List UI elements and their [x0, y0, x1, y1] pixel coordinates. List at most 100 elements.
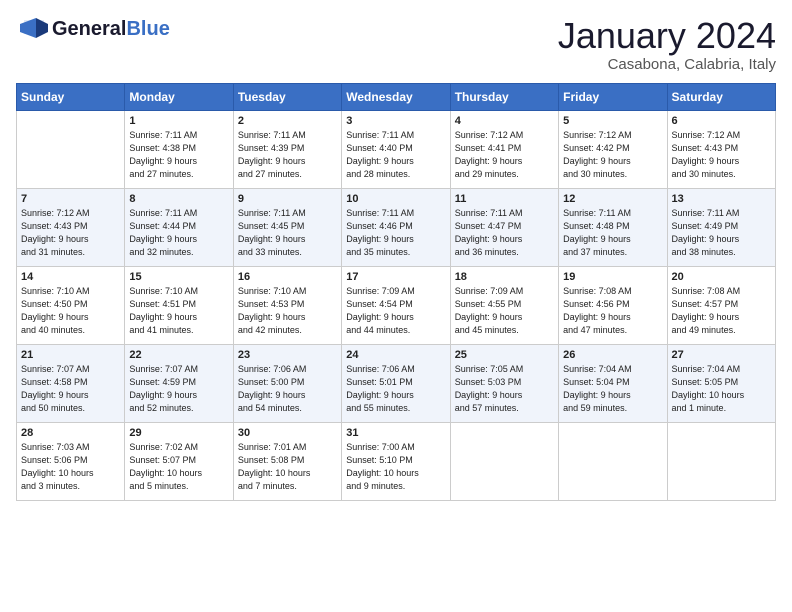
- day-info: Sunrise: 7:04 AM Sunset: 5:05 PM Dayligh…: [672, 363, 771, 415]
- logo: GeneralBlue: [16, 16, 170, 42]
- month-title: January 2024: [558, 16, 776, 56]
- day-info: Sunrise: 7:03 AM Sunset: 5:06 PM Dayligh…: [21, 441, 120, 493]
- day-cell: 17 Sunrise: 7:09 AM Sunset: 4:54 PM Dayli…: [342, 266, 450, 344]
- title-block: January 2024 Casabona, Calabria, Italy: [558, 16, 776, 73]
- day-number: 20: [672, 271, 771, 283]
- day-number: 29: [129, 427, 228, 439]
- day-number: 25: [455, 349, 554, 361]
- day-number: 8: [129, 193, 228, 205]
- day-cell: 10Sunrise: 7:11 AM Sunset: 4:46 PM Dayli…: [342, 188, 450, 266]
- day-cell: 23 Sunrise: 7:06 AM Sunset: 5:00 PM Dayli…: [233, 344, 341, 422]
- day-info: Sunrise: 7:09 AM Sunset: 4:54 PM Dayligh…: [346, 285, 445, 337]
- day-number: 15: [129, 271, 228, 283]
- day-cell: 11Sunrise: 7:11 AM Sunset: 4:47 PM Dayli…: [450, 188, 558, 266]
- day-number: 7: [21, 193, 120, 205]
- day-cell: 5 Sunrise: 7:12 AM Sunset: 4:42 PM Daylig…: [559, 110, 667, 188]
- header-row: SundayMondayTuesdayWednesdayThursdayFrid…: [17, 83, 776, 110]
- day-cell: 16 Sunrise: 7:10 AM Sunset: 4:53 PM Dayli…: [233, 266, 341, 344]
- day-info: Sunrise: 7:01 AM Sunset: 5:08 PM Dayligh…: [238, 441, 337, 493]
- day-info: Sunrise: 7:02 AM Sunset: 5:07 PM Dayligh…: [129, 441, 228, 493]
- day-header-saturday: Saturday: [667, 83, 775, 110]
- day-number: 1: [129, 115, 228, 127]
- day-info: Sunrise: 7:11 AM Sunset: 4:39 PM Dayligh…: [238, 129, 337, 181]
- day-info: Sunrise: 7:10 AM Sunset: 4:53 PM Dayligh…: [238, 285, 337, 337]
- day-info: Sunrise: 7:11 AM Sunset: 4:45 PM Dayligh…: [238, 207, 337, 259]
- day-info: Sunrise: 7:12 AM Sunset: 4:43 PM Dayligh…: [672, 129, 771, 181]
- day-number: 9: [238, 193, 337, 205]
- day-cell: 30 Sunrise: 7:01 AM Sunset: 5:08 PM Dayli…: [233, 422, 341, 500]
- day-info: Sunrise: 7:08 AM Sunset: 4:56 PM Dayligh…: [563, 285, 662, 337]
- day-cell: [17, 110, 125, 188]
- day-info: Sunrise: 7:12 AM Sunset: 4:43 PM Dayligh…: [21, 207, 120, 259]
- day-number: 27: [672, 349, 771, 361]
- day-cell: [450, 422, 558, 500]
- day-number: 12: [563, 193, 662, 205]
- day-cell: 18Sunrise: 7:09 AM Sunset: 4:55 PM Dayli…: [450, 266, 558, 344]
- day-number: 21: [21, 349, 120, 361]
- day-info: Sunrise: 7:07 AM Sunset: 4:59 PM Dayligh…: [129, 363, 228, 415]
- day-info: Sunrise: 7:10 AM Sunset: 4:50 PM Dayligh…: [21, 285, 120, 337]
- day-info: Sunrise: 7:04 AM Sunset: 5:04 PM Dayligh…: [563, 363, 662, 415]
- day-cell: 19 Sunrise: 7:08 AM Sunset: 4:56 PM Dayli…: [559, 266, 667, 344]
- day-number: 4: [455, 115, 554, 127]
- day-number: 22: [129, 349, 228, 361]
- location: Casabona, Calabria, Italy: [558, 56, 776, 73]
- week-row-3: 14 Sunrise: 7:10 AM Sunset: 4:50 PM Dayli…: [17, 266, 776, 344]
- day-cell: 14 Sunrise: 7:10 AM Sunset: 4:50 PM Dayli…: [17, 266, 125, 344]
- day-cell: 15 Sunrise: 7:10 AM Sunset: 4:51 PM Dayli…: [125, 266, 233, 344]
- day-info: Sunrise: 7:00 AM Sunset: 5:10 PM Dayligh…: [346, 441, 445, 493]
- day-cell: 22 Sunrise: 7:07 AM Sunset: 4:59 PM Dayli…: [125, 344, 233, 422]
- day-info: Sunrise: 7:07 AM Sunset: 4:58 PM Dayligh…: [21, 363, 120, 415]
- week-row-2: 7 Sunrise: 7:12 AM Sunset: 4:43 PM Daylig…: [17, 188, 776, 266]
- day-header-thursday: Thursday: [450, 83, 558, 110]
- day-cell: 13 Sunrise: 7:11 AM Sunset: 4:49 PM Dayli…: [667, 188, 775, 266]
- day-header-wednesday: Wednesday: [342, 83, 450, 110]
- day-number: 26: [563, 349, 662, 361]
- day-number: 17: [346, 271, 445, 283]
- day-cell: 2 Sunrise: 7:11 AM Sunset: 4:39 PM Daylig…: [233, 110, 341, 188]
- day-number: 30: [238, 427, 337, 439]
- day-info: Sunrise: 7:08 AM Sunset: 4:57 PM Dayligh…: [672, 285, 771, 337]
- day-cell: 4 Sunrise: 7:12 AM Sunset: 4:41 PM Daylig…: [450, 110, 558, 188]
- day-header-friday: Friday: [559, 83, 667, 110]
- day-number: 24: [346, 349, 445, 361]
- day-cell: [667, 422, 775, 500]
- day-info: Sunrise: 7:11 AM Sunset: 4:44 PM Dayligh…: [129, 207, 228, 259]
- day-number: 3: [346, 115, 445, 127]
- day-cell: 7 Sunrise: 7:12 AM Sunset: 4:43 PM Daylig…: [17, 188, 125, 266]
- day-cell: 9 Sunrise: 7:11 AM Sunset: 4:45 PM Daylig…: [233, 188, 341, 266]
- day-number: 28: [21, 427, 120, 439]
- day-cell: 26 Sunrise: 7:04 AM Sunset: 5:04 PM Dayli…: [559, 344, 667, 422]
- day-info: Sunrise: 7:10 AM Sunset: 4:51 PM Dayligh…: [129, 285, 228, 337]
- week-row-4: 21 Sunrise: 7:07 AM Sunset: 4:58 PM Dayli…: [17, 344, 776, 422]
- day-info: Sunrise: 7:12 AM Sunset: 4:42 PM Dayligh…: [563, 129, 662, 181]
- day-info: Sunrise: 7:12 AM Sunset: 4:41 PM Dayligh…: [455, 129, 554, 181]
- day-number: 14: [21, 271, 120, 283]
- day-header-sunday: Sunday: [17, 83, 125, 110]
- day-info: Sunrise: 7:11 AM Sunset: 4:40 PM Dayligh…: [346, 129, 445, 181]
- day-cell: 21 Sunrise: 7:07 AM Sunset: 4:58 PM Dayli…: [17, 344, 125, 422]
- week-row-1: 1Sunrise: 7:11 AM Sunset: 4:38 PM Daylig…: [17, 110, 776, 188]
- day-number: 2: [238, 115, 337, 127]
- day-cell: 8 Sunrise: 7:11 AM Sunset: 4:44 PM Daylig…: [125, 188, 233, 266]
- day-cell: [559, 422, 667, 500]
- week-row-5: 28 Sunrise: 7:03 AM Sunset: 5:06 PM Dayli…: [17, 422, 776, 500]
- day-number: 5: [563, 115, 662, 127]
- day-info: Sunrise: 7:11 AM Sunset: 4:48 PM Dayligh…: [563, 207, 662, 259]
- day-number: 19: [563, 271, 662, 283]
- day-cell: 28 Sunrise: 7:03 AM Sunset: 5:06 PM Dayli…: [17, 422, 125, 500]
- day-number: 16: [238, 271, 337, 283]
- day-number: 23: [238, 349, 337, 361]
- logo-icon: [16, 16, 48, 42]
- day-header-tuesday: Tuesday: [233, 83, 341, 110]
- header: GeneralBlue January 2024 Casabona, Calab…: [16, 16, 776, 73]
- calendar-table: SundayMondayTuesdayWednesdayThursdayFrid…: [16, 83, 776, 501]
- day-cell: 3 Sunrise: 7:11 AM Sunset: 4:40 PM Daylig…: [342, 110, 450, 188]
- day-number: 13: [672, 193, 771, 205]
- day-cell: 20 Sunrise: 7:08 AM Sunset: 4:57 PM Dayli…: [667, 266, 775, 344]
- day-info: Sunrise: 7:09 AM Sunset: 4:55 PM Dayligh…: [455, 285, 554, 337]
- day-cell: 6Sunrise: 7:12 AM Sunset: 4:43 PM Daylig…: [667, 110, 775, 188]
- day-info: Sunrise: 7:06 AM Sunset: 5:00 PM Dayligh…: [238, 363, 337, 415]
- page-container: GeneralBlue January 2024 Casabona, Calab…: [0, 0, 792, 509]
- day-info: Sunrise: 7:11 AM Sunset: 4:49 PM Dayligh…: [672, 207, 771, 259]
